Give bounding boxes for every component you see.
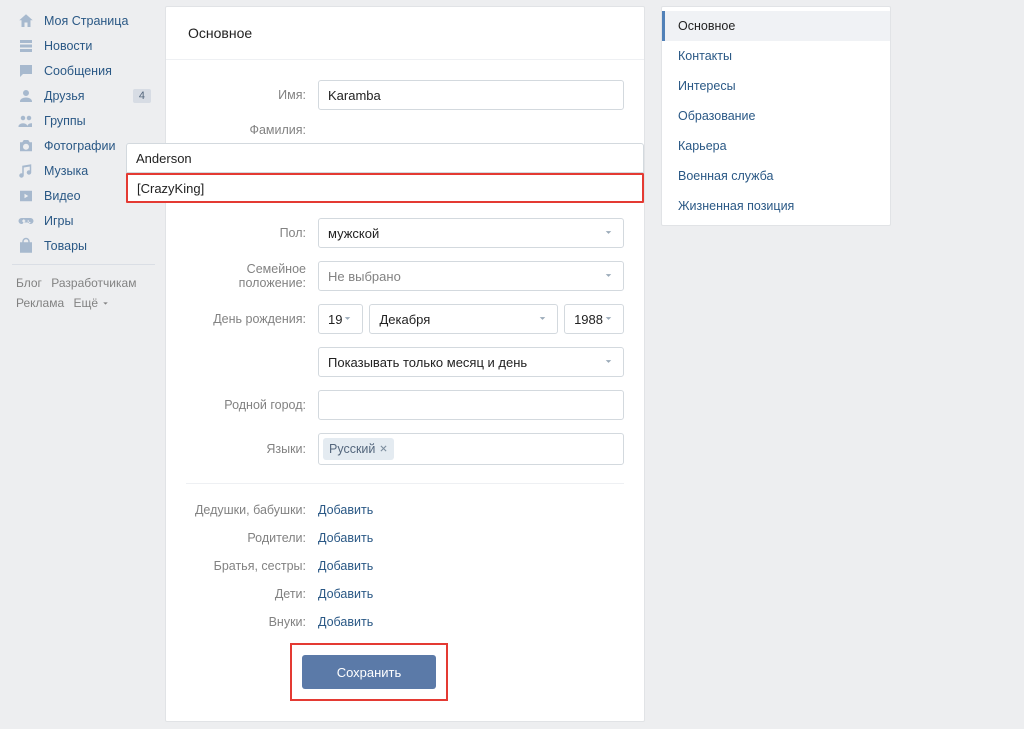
hometown-input[interactable]	[318, 390, 624, 420]
label-first-name: Имя:	[186, 88, 318, 102]
left-nav: Моя Страница Новости Сообщения Друзья 4 …	[0, 0, 165, 729]
save-highlight: Сохранить	[290, 643, 448, 701]
nav-label: Товары	[44, 239, 87, 253]
nav-video[interactable]: Видео	[12, 183, 165, 208]
divider	[186, 483, 624, 484]
label-siblings: Братья, сестры:	[186, 559, 318, 573]
footer-more-label: Ещё	[73, 293, 98, 313]
save-button[interactable]: Сохранить	[302, 655, 436, 689]
nav-label: Игры	[44, 214, 73, 228]
label-parents: Родители:	[186, 531, 318, 545]
footer-blog[interactable]: Блог	[16, 276, 42, 290]
add-grandparents-link[interactable]: Добавить	[318, 503, 373, 517]
nav-label: Сообщения	[44, 64, 112, 78]
section-main[interactable]: Основное	[662, 11, 890, 41]
footer-ads[interactable]: Реклама	[16, 296, 64, 310]
edit-panel: Основное Имя: Фамилия: Пол: мужской	[165, 6, 645, 722]
group-icon	[16, 111, 36, 131]
relationship-select[interactable]: Не выбрано	[318, 261, 624, 291]
settings-sections: Основное Контакты Интересы Образование К…	[661, 6, 891, 226]
add-children-link[interactable]: Добавить	[318, 587, 373, 601]
chevron-down-icon	[537, 312, 548, 327]
bday-visibility-value: Показывать только месяц и день	[328, 355, 527, 370]
language-chip[interactable]: Русский	[323, 438, 394, 460]
nav-news[interactable]: Новости	[12, 33, 165, 58]
add-parents-link[interactable]: Добавить	[318, 531, 373, 545]
nav-label: Фотографии	[44, 139, 115, 153]
last-name-input[interactable]	[126, 143, 644, 173]
nickname-input[interactable]	[128, 175, 642, 201]
nav-market[interactable]: Товары	[12, 233, 165, 258]
section-career[interactable]: Карьера	[662, 131, 890, 161]
relationship-value: Не выбрано	[328, 269, 401, 284]
panel-title: Основное	[166, 7, 644, 60]
languages-select[interactable]: Русский	[318, 433, 624, 465]
nav-label: Музыка	[44, 164, 88, 178]
chevron-down-icon	[603, 269, 614, 284]
nav-photos[interactable]: Фотографии	[12, 133, 165, 158]
bday-day-value: 19	[328, 312, 342, 327]
label-children: Дети:	[186, 587, 318, 601]
first-name-input[interactable]	[318, 80, 624, 110]
nav-label: Видео	[44, 189, 81, 203]
label-hometown: Родной город:	[186, 398, 318, 412]
section-contacts[interactable]: Контакты	[662, 41, 890, 71]
profile-form: Имя: Фамилия: Пол: мужской	[166, 60, 644, 701]
gender-value: мужской	[328, 226, 379, 241]
footer-devs[interactable]: Разработчикам	[51, 276, 136, 290]
label-relationship: Семейное положение:	[186, 262, 318, 290]
label-gender: Пол:	[186, 226, 318, 240]
video-icon	[16, 186, 36, 206]
nav-my-page[interactable]: Моя Страница	[12, 8, 165, 33]
add-grandchildren-link[interactable]: Добавить	[318, 615, 373, 629]
remove-chip-icon[interactable]	[379, 442, 388, 456]
nav-separator	[12, 264, 155, 265]
footer-more[interactable]: Ещё	[73, 293, 110, 313]
nav-label: Друзья	[44, 89, 85, 103]
label-last-name: Фамилия:	[186, 123, 318, 137]
nav-label: Новости	[44, 39, 92, 53]
chevron-down-icon	[603, 312, 614, 327]
add-siblings-link[interactable]: Добавить	[318, 559, 373, 573]
nav-messages[interactable]: Сообщения	[12, 58, 165, 83]
nav-label: Моя Страница	[44, 14, 128, 28]
label-birthday: День рождения:	[186, 312, 318, 326]
section-life[interactable]: Жизненная позиция	[662, 191, 890, 221]
message-icon	[16, 61, 36, 81]
label-grandparents: Дедушки, бабушки:	[186, 503, 318, 517]
nav-music[interactable]: Музыка	[12, 158, 165, 183]
home-icon	[16, 11, 36, 31]
chevron-down-icon	[603, 355, 614, 370]
bday-day-select[interactable]: 19	[318, 304, 363, 334]
feed-icon	[16, 36, 36, 56]
nickname-highlight	[126, 173, 644, 203]
games-icon	[16, 211, 36, 231]
language-chip-label: Русский	[329, 442, 375, 456]
friends-badge: 4	[133, 89, 151, 103]
bday-month-select[interactable]: Декабря	[369, 304, 558, 334]
nav-groups[interactable]: Группы	[12, 108, 165, 133]
chevron-down-icon	[101, 299, 110, 308]
section-interests[interactable]: Интересы	[662, 71, 890, 101]
camera-icon	[16, 136, 36, 156]
bag-icon	[16, 236, 36, 256]
bday-month-value: Декабря	[379, 312, 430, 327]
section-education[interactable]: Образование	[662, 101, 890, 131]
footer-links: Блог Разработчикам Реклама Ещё	[12, 271, 165, 313]
bday-year-select[interactable]: 1988	[564, 304, 624, 334]
bday-visibility-select[interactable]: Показывать только месяц и день	[318, 347, 624, 377]
gender-select[interactable]: мужской	[318, 218, 624, 248]
nav-label: Группы	[44, 114, 86, 128]
nav-games[interactable]: Игры	[12, 208, 165, 233]
music-icon	[16, 161, 36, 181]
chevron-down-icon	[603, 226, 614, 241]
label-grandchildren: Внуки:	[186, 615, 318, 629]
chevron-down-icon	[342, 312, 353, 327]
bday-year-value: 1988	[574, 312, 603, 327]
label-languages: Языки:	[186, 442, 318, 456]
section-military[interactable]: Военная служба	[662, 161, 890, 191]
user-icon	[16, 86, 36, 106]
nav-friends[interactable]: Друзья 4	[12, 83, 165, 108]
